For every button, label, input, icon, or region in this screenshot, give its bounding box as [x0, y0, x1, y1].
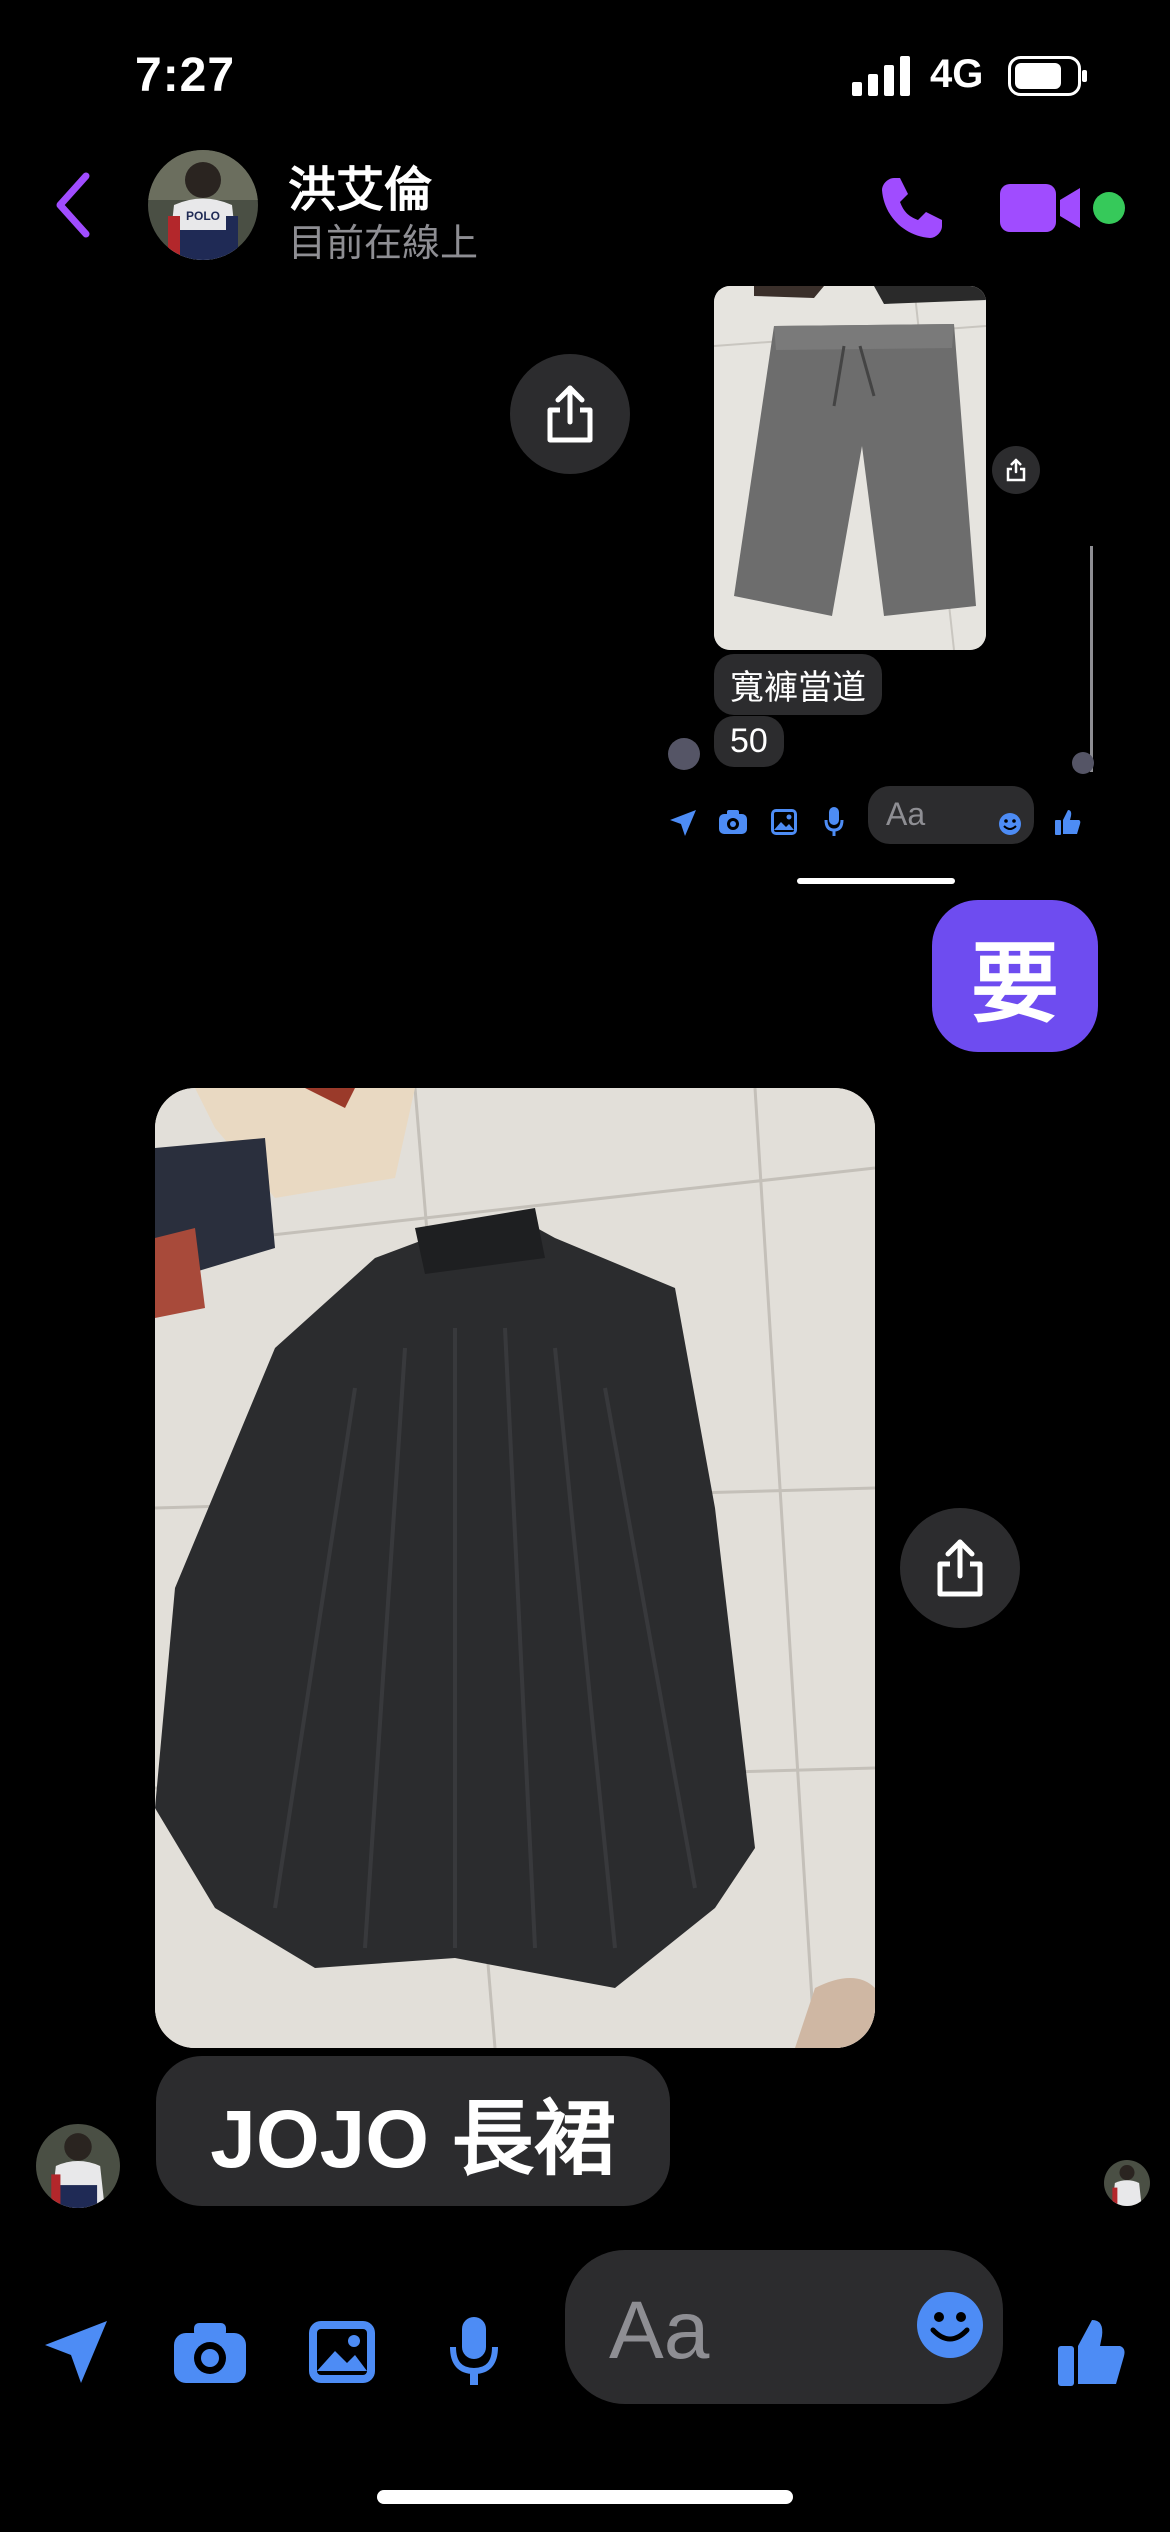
embedded-input-placeholder: Aa [886, 796, 926, 832]
scroll-indicator [1090, 546, 1093, 772]
embedded-avatar [668, 738, 700, 770]
embedded-price: 50 [714, 716, 784, 767]
read-receipt-avatar [1104, 2160, 1150, 2206]
phone-icon[interactable] [876, 172, 948, 244]
share-icon [547, 385, 593, 443]
camera-button[interactable] [170, 2312, 250, 2392]
pants-photo[interactable] [714, 286, 986, 650]
svg-text:POLO: POLO [186, 209, 220, 223]
share-button-small[interactable] [992, 446, 1040, 494]
like-icon [1055, 810, 1081, 835]
home-indicator[interactable] [377, 2490, 793, 2504]
contact-avatar[interactable]: POLO [148, 150, 258, 260]
camera-icon [719, 810, 747, 834]
mic-icon [450, 2317, 498, 2385]
signal-icon [852, 56, 910, 96]
embedded-input: Aa [868, 786, 1034, 844]
mic-button[interactable] [434, 2312, 514, 2392]
status-time: 7:27 [135, 49, 236, 102]
gallery-icon [309, 2321, 375, 2383]
my-message-bubble[interactable]: 要 [932, 900, 1098, 1052]
emoji-icon [999, 813, 1021, 835]
embedded-home-indicator [797, 878, 955, 884]
embedded-read-avatar [1072, 752, 1094, 774]
video-call-icon[interactable] [1000, 180, 1084, 236]
gallery-icon [771, 809, 797, 835]
contact-status: 目前在線上 [288, 223, 479, 265]
emoji-icon[interactable] [915, 2290, 985, 2360]
share-button-large[interactable] [900, 1508, 1020, 1628]
share-icon [937, 1539, 983, 1597]
online-indicator [1093, 192, 1125, 224]
contact-name[interactable]: 洪艾倫 [288, 150, 432, 220]
skirt-photo[interactable] [155, 1088, 875, 2048]
message-input-placeholder: Aa [609, 2285, 710, 2376]
gallery-button[interactable] [302, 2312, 382, 2392]
location-button[interactable] [36, 2312, 116, 2392]
thumbs-up-icon [1058, 2320, 1125, 2386]
like-button[interactable] [1052, 2312, 1132, 2392]
sender-avatar [36, 2124, 120, 2208]
battery-icon [1008, 56, 1087, 96]
location-icon [45, 2321, 107, 2383]
mic-icon [824, 807, 844, 836]
message-input[interactable]: Aa [565, 2250, 1003, 2404]
share-icon [1006, 458, 1026, 482]
share-button[interactable] [510, 354, 630, 474]
network-label: 4G [930, 52, 984, 96]
camera-icon [174, 2323, 246, 2383]
back-icon[interactable] [52, 170, 92, 240]
embedded-caption: 寬褲當道 [714, 654, 882, 715]
received-message-bubble[interactable]: JOJO 長裙 [156, 2056, 670, 2206]
location-icon [670, 810, 696, 836]
